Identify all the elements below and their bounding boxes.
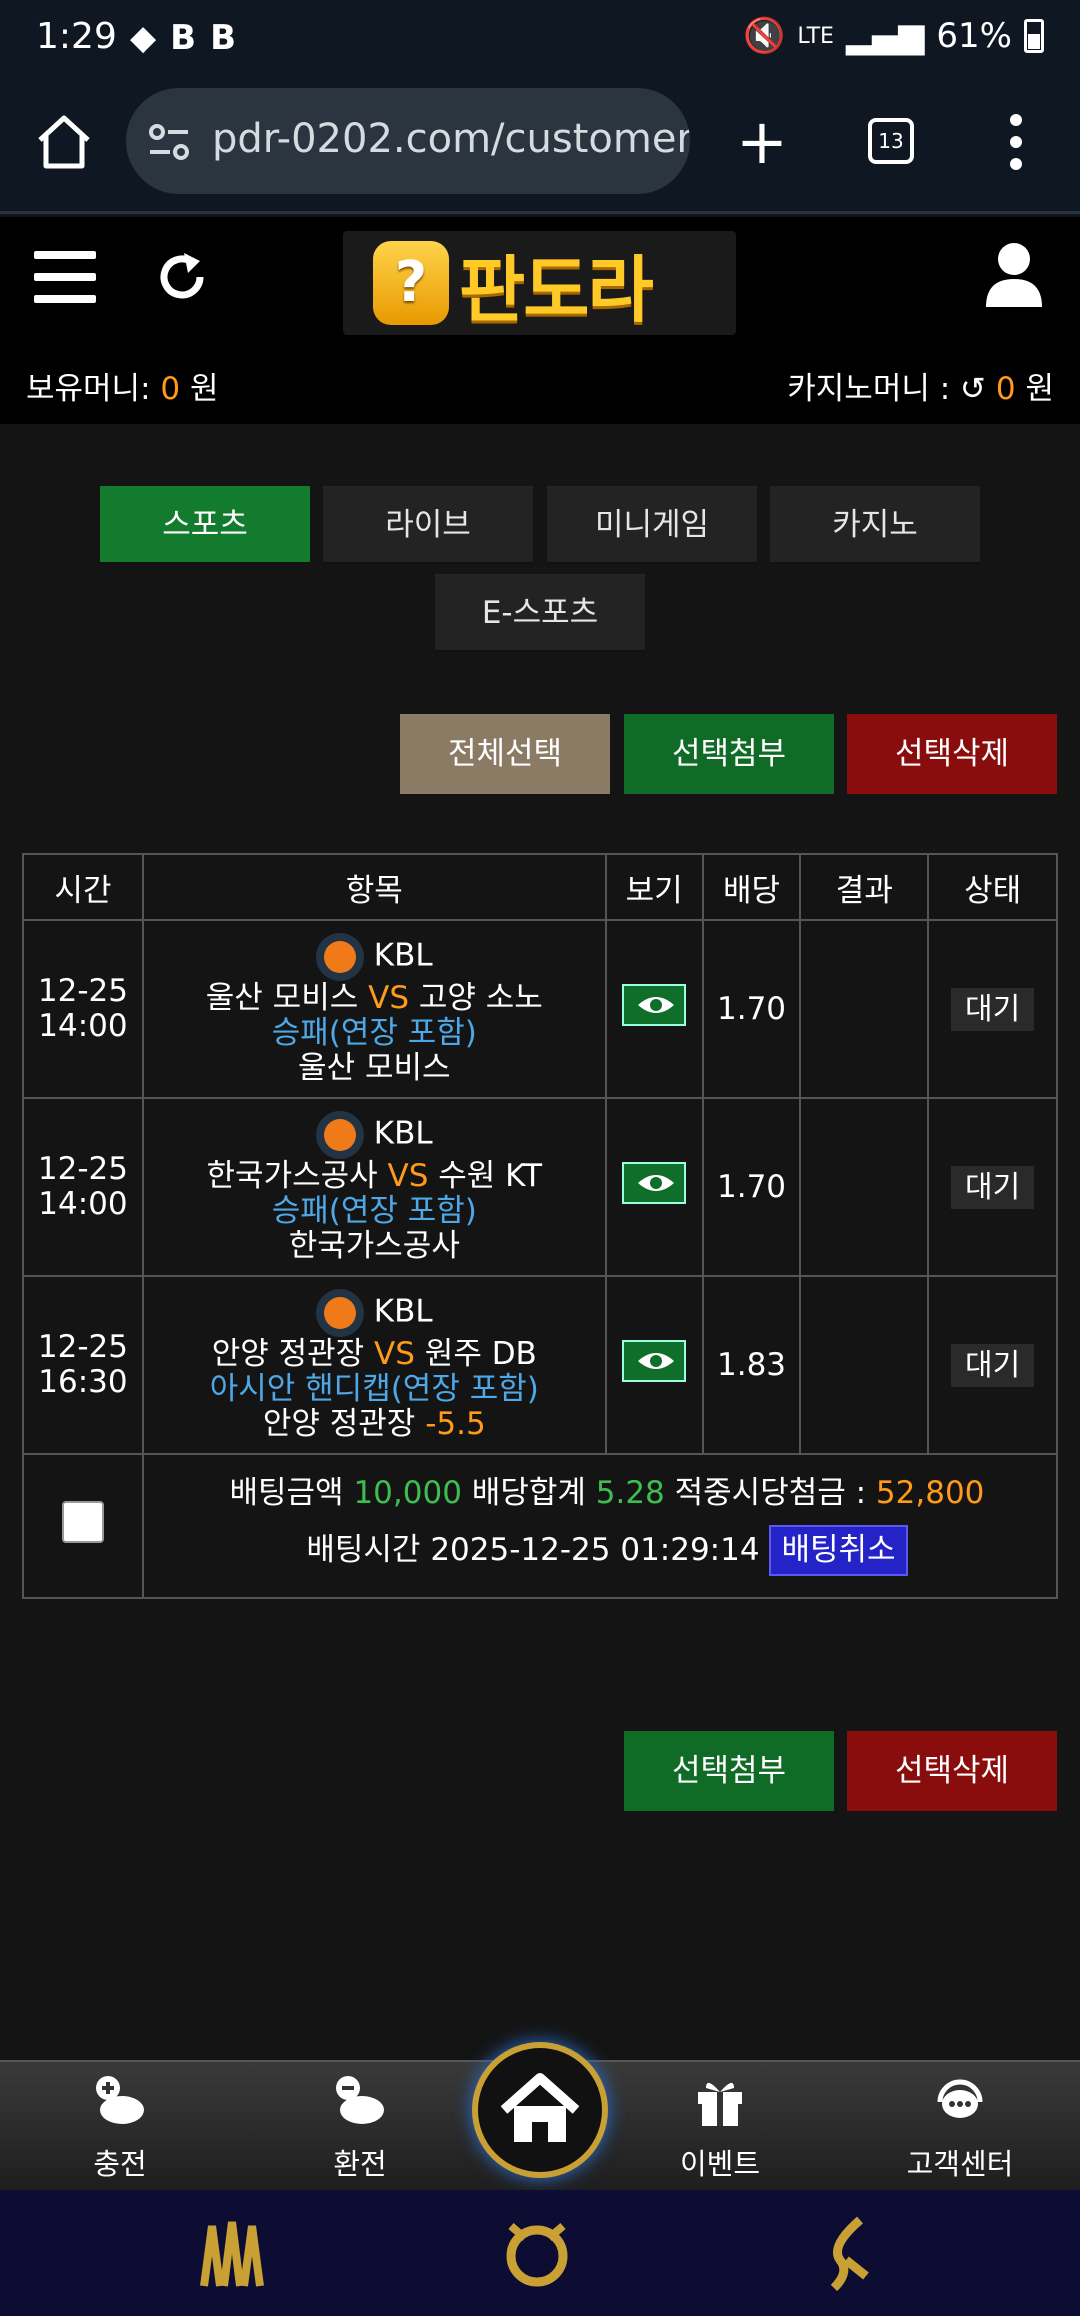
tab-count-button[interactable]: 13 xyxy=(868,118,914,164)
row-view xyxy=(604,1097,704,1277)
table-row: 12-25 14:00 KBL 울산 모비스 VS 고양 소노 승패(연장 포함)… xyxy=(22,919,1058,1099)
delete-selected-button-bottom[interactable]: 선택삭제 xyxy=(847,1731,1057,1811)
status-badge: 대기 xyxy=(950,1343,1035,1387)
row-item: KBL 울산 모비스 VS 고양 소노 승패(연장 포함) 울산 모비스 xyxy=(141,919,607,1099)
select-all-button[interactable]: 전체선택 xyxy=(400,714,610,794)
table-row: 12-25 14:00 KBL 한국가스공사 VS 수원 KT 승패(연장 포함)… xyxy=(22,1097,1058,1277)
header-time: 시간 xyxy=(22,853,144,921)
mute-icon: 🔇 xyxy=(743,16,786,56)
logo-badge: ? xyxy=(373,241,449,325)
cancel-bet-button[interactable]: 배팅취소 xyxy=(769,1525,908,1576)
select-checkbox[interactable] xyxy=(61,1501,104,1543)
casino-money: 카지노머니 : ↺ 0 원 xyxy=(787,371,1054,407)
table-row: 12-25 16:30 KBL 안양 정관장 VS 원주 DB 아시안 핸디캡(연… xyxy=(22,1275,1058,1455)
home-icon[interactable] xyxy=(34,112,94,172)
basketball-icon xyxy=(315,1288,364,1337)
row-odds: 1.83 xyxy=(701,1275,802,1455)
b-app-icon: B xyxy=(170,18,197,58)
site-header: ? 판도라 보유머니: 0 원 카지노머니 : ↺ 0 원 xyxy=(0,217,1080,424)
row-status: 대기 xyxy=(927,919,1058,1099)
site-logo[interactable]: ? 판도라 xyxy=(343,231,736,335)
home-icon xyxy=(500,2073,580,2142)
browser-toolbar: pdr-0202.com/customer + 13 xyxy=(0,80,1080,214)
header-status: 상태 xyxy=(927,853,1058,921)
refresh-icon[interactable] xyxy=(152,247,212,307)
signal-icon: ▂▄▆ xyxy=(845,16,925,56)
basketball-icon xyxy=(315,932,364,981)
logo-text: 판도라 xyxy=(459,247,654,332)
nav-home-button[interactable] xyxy=(472,2042,608,2178)
row-item: KBL 안양 정관장 VS 원주 DB 아시안 핸디캡(연장 포함) 안양 정관… xyxy=(141,1275,607,1455)
dragon-emblem-icon xyxy=(830,2216,869,2292)
piggy-minus-icon xyxy=(336,2076,384,2124)
row-time: 12-25 14:00 xyxy=(22,919,144,1099)
nav-exchange[interactable]: 환전 xyxy=(280,2072,440,2183)
tab-minigame[interactable]: 미니게임 xyxy=(547,486,757,564)
row-result xyxy=(799,919,930,1099)
battery-icon xyxy=(1024,19,1044,53)
wing-emblem-icon xyxy=(200,2221,264,2287)
eye-icon[interactable] xyxy=(622,1340,687,1382)
tab-sports[interactable]: 스포츠 xyxy=(100,486,310,564)
row-view xyxy=(604,919,704,1099)
bet-summary: 배팅금액 10,000 배당합계 5.28 적중시당첨금 : 52,800 배팅… xyxy=(141,1453,1059,1599)
eye-icon[interactable] xyxy=(622,984,687,1026)
row-result xyxy=(799,1275,930,1455)
gift-icon xyxy=(698,2082,742,2126)
menu-icon[interactable] xyxy=(34,251,96,303)
status-badge: 대기 xyxy=(950,1165,1035,1209)
nav-support[interactable]: 고객센터 xyxy=(880,2072,1040,2183)
status-bar: 1:29 ◆ B B 🔇 LTE ▂▄▆ 61% xyxy=(0,0,1080,80)
basketball-icon xyxy=(315,1110,364,1159)
headset-chat-icon xyxy=(937,2079,983,2118)
status-badge: 대기 xyxy=(950,987,1035,1031)
new-tab-icon[interactable]: + xyxy=(736,111,788,173)
piggy-plus-icon xyxy=(96,2076,144,2124)
attach-selected-button[interactable]: 선택첨부 xyxy=(624,714,834,794)
status-time: 1:29 xyxy=(36,16,117,57)
footer-bar xyxy=(0,2190,1080,2316)
battery-percent: 61% xyxy=(936,16,1012,56)
holding-money: 보유머니: 0 원 xyxy=(26,371,219,407)
bet-table: 시간 항목 보기 배당 결과 상태 12-25 14:00 KBL 울산 모비스 … xyxy=(22,853,1059,1599)
tab-live[interactable]: 라이브 xyxy=(323,486,533,564)
row-status: 대기 xyxy=(927,1275,1058,1455)
summary-checkbox-cell xyxy=(22,1453,144,1599)
row-odds: 1.70 xyxy=(701,919,802,1099)
casino-refresh-icon[interactable]: ↺ xyxy=(960,371,986,407)
header-item: 항목 xyxy=(141,853,607,921)
tab-esports[interactable]: E-스포츠 xyxy=(435,574,645,652)
table-header-row: 시간 항목 보기 배당 결과 상태 xyxy=(22,853,1058,921)
tab-casino[interactable]: 카지노 xyxy=(770,486,980,564)
money-row: 보유머니: 0 원 카지노머니 : ↺ 0 원 xyxy=(0,357,1080,407)
row-result xyxy=(799,1097,930,1277)
row-item: KBL 한국가스공사 VS 수원 KT 승패(연장 포함) 한국가스공사 xyxy=(141,1097,607,1277)
row-odds: 1.70 xyxy=(701,1097,802,1277)
system-icons: 🔇 LTE ▂▄▆ 61% xyxy=(743,16,1044,56)
crest-emblem-icon xyxy=(506,2222,568,2287)
nav-event[interactable]: 이벤트 xyxy=(640,2072,800,2183)
eye-icon[interactable] xyxy=(622,1162,687,1204)
user-icon[interactable] xyxy=(984,241,1044,307)
row-time: 12-25 14:00 xyxy=(22,1097,144,1277)
url-bar[interactable]: pdr-0202.com/customer xyxy=(126,88,690,194)
summary-row: 배팅금액 10,000 배당합계 5.28 적중시당첨금 : 52,800 배팅… xyxy=(22,1453,1059,1599)
header-result: 결과 xyxy=(799,853,930,921)
b-app-icon-2: B xyxy=(210,18,236,58)
notification-icons: ◆ B B xyxy=(130,18,236,58)
attach-selected-button-bottom[interactable]: 선택첨부 xyxy=(624,1731,834,1811)
pill-icon: ◆ xyxy=(130,18,157,58)
network-type: LTE xyxy=(797,23,834,49)
header-odds: 배당 xyxy=(701,853,802,921)
row-time: 12-25 16:30 xyxy=(22,1275,144,1455)
row-view xyxy=(604,1275,704,1455)
more-menu-icon[interactable] xyxy=(1010,114,1024,170)
site-settings-icon[interactable] xyxy=(148,122,190,162)
url-text: pdr-0202.com/customer xyxy=(212,116,690,162)
delete-selected-button[interactable]: 선택삭제 xyxy=(847,714,1057,794)
header-view: 보기 xyxy=(604,853,704,921)
row-status: 대기 xyxy=(927,1097,1058,1277)
nav-charge[interactable]: 충전 xyxy=(40,2072,200,2183)
